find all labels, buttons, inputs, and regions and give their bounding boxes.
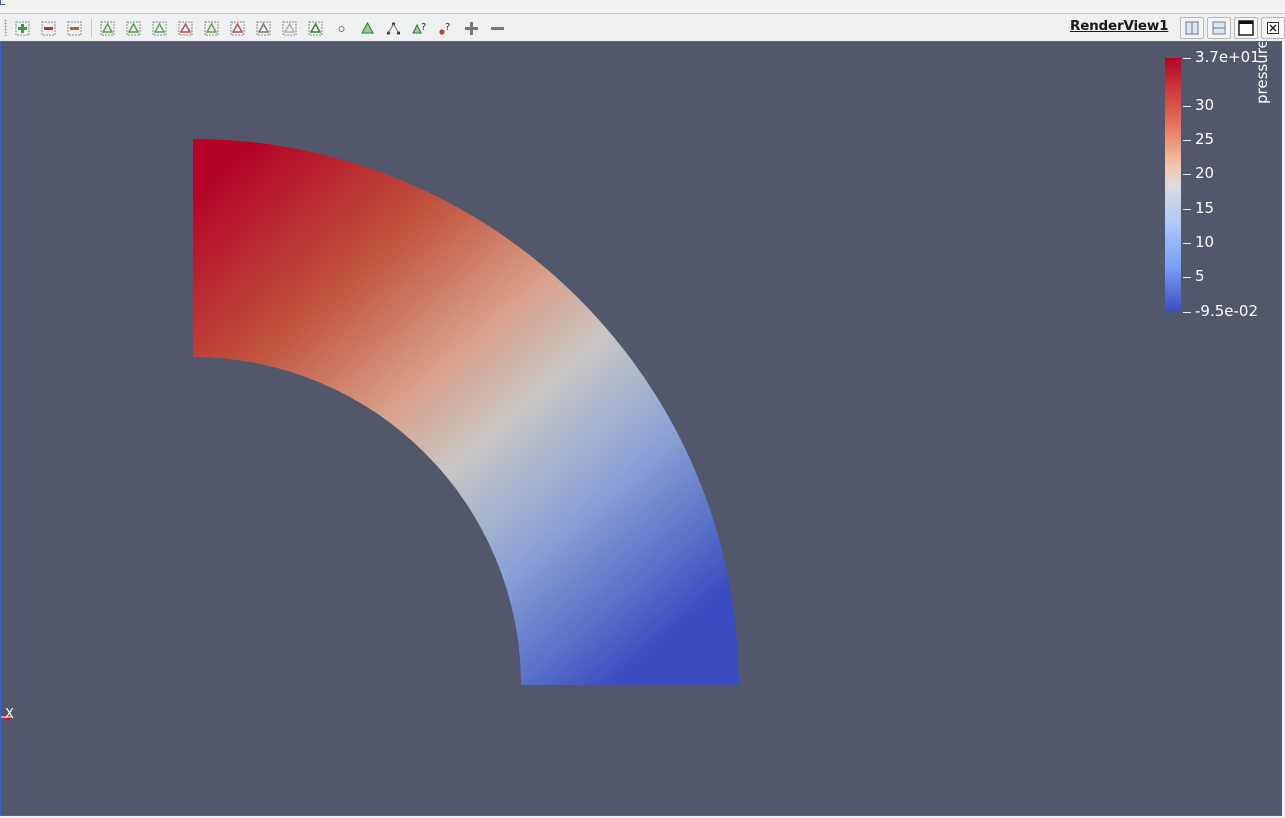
hover-query-icon[interactable]: [381, 17, 405, 39]
selection-toolbar: ?? RenderView1: [0, 14, 1285, 41]
pressure-field-quarter-annulus: [193, 139, 739, 685]
select-cells-frustum-icon[interactable]: [147, 17, 171, 39]
select-block-icon[interactable]: [251, 17, 275, 39]
select-cells-on-icon[interactable]: [95, 17, 119, 39]
view-title[interactable]: RenderView1: [1070, 18, 1169, 34]
colorbar-tick: [1183, 105, 1191, 107]
select-points-frustum-icon[interactable]: [173, 17, 197, 39]
colorbar-title: pressure: [1253, 41, 1271, 104]
svg-text:?: ?: [421, 22, 426, 33]
colorbar-tick-label: -9.5e-02: [1195, 302, 1258, 320]
select-points-polygon-icon[interactable]: [225, 17, 249, 39]
toggle-selection-icon[interactable]: [62, 17, 86, 39]
select-cells-polygon-icon[interactable]: [199, 17, 223, 39]
render-view[interactable]: 3.7e+01 30 25 20 15 10 5 -9.5e-02 pressure X: [0, 41, 1282, 816]
grow-selection-point-icon[interactable]: [355, 17, 379, 39]
toolbar-separator: [91, 19, 92, 37]
colorbar-tick: [1183, 277, 1191, 279]
annulus-shape: [193, 139, 739, 685]
colorbar-tick-label: 5: [1195, 267, 1205, 286]
colorbar-tick-label: 15: [1195, 198, 1215, 217]
split-horizontal-icon[interactable]: [1180, 17, 1204, 39]
toolbar-grip[interactable]: [4, 19, 7, 36]
axis-x-label: X: [5, 707, 14, 722]
add-selection-icon[interactable]: [10, 17, 34, 39]
colorbar-tick: [1183, 312, 1191, 313]
grow-selection-icon[interactable]: ?: [433, 17, 457, 39]
colorbar-tick-label: 10: [1195, 232, 1215, 251]
colorbar-tick: [1183, 174, 1191, 176]
colorbar-tick: [1183, 58, 1191, 59]
split-vertical-icon[interactable]: [1207, 17, 1231, 39]
maximize-icon[interactable]: [1234, 17, 1258, 39]
interactive-select-icon[interactable]: [277, 17, 301, 39]
close-icon[interactable]: [1261, 17, 1285, 39]
window-top-strip: [0, 0, 1285, 14]
corner-mark: [0, 0, 5, 5]
colorbar-gradient: [1165, 58, 1181, 312]
select-points-on-icon[interactable]: [121, 17, 145, 39]
svg-text:?: ?: [445, 22, 450, 33]
clear-selection-icon[interactable]: [485, 17, 509, 39]
subtract-selection-icon[interactable]: [36, 17, 60, 39]
colorbar-tick-label: 3.7e+01: [1195, 48, 1260, 66]
probe-query-icon[interactable]: ?: [407, 17, 431, 39]
hover-points-icon[interactable]: [303, 17, 327, 39]
colorbar-tick-label: 25: [1195, 130, 1215, 149]
colorbar-tick-label: 20: [1195, 164, 1215, 183]
colorbar-tick: [1183, 208, 1191, 210]
grow-selection-icon[interactable]: [459, 17, 483, 39]
colorbar-tick-label: 30: [1195, 95, 1215, 114]
colorbar-tick: [1183, 140, 1191, 142]
hover-cells-icon[interactable]: [329, 17, 353, 39]
colorbar-tick: [1183, 242, 1191, 244]
